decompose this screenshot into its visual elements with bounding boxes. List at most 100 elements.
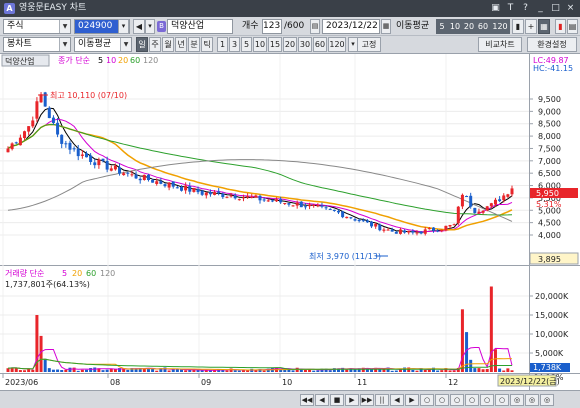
candle-body (10, 143, 14, 150)
candle-body (469, 195, 473, 207)
volume-title[interactable]: 거래량 단순 (5, 268, 44, 278)
nav-button-14[interactable]: ◎ (510, 394, 524, 406)
minimize-button[interactable]: _ (535, 2, 546, 14)
chart-tool-icon[interactable]: ▮ (512, 19, 524, 34)
volume-bar (291, 370, 295, 372)
nav-button-6[interactable]: ◀ (390, 394, 404, 406)
nav-button-11[interactable]: ○ (465, 394, 479, 406)
close-button[interactable]: × (565, 2, 576, 14)
nav-button-2[interactable]: ■ (330, 394, 344, 406)
prev-stock-icon[interactable]: ◀ (133, 19, 145, 34)
candle-body (35, 101, 39, 119)
maximize-button[interactable]: □ (550, 2, 561, 14)
period-tick-tab[interactable]: 틱 (201, 37, 213, 52)
candle-body (485, 206, 489, 211)
price-tick-label: 7,500 (538, 144, 561, 153)
minute-60-button[interactable]: 60 (313, 37, 327, 52)
nav-button-0[interactable]: ◀◀ (300, 394, 314, 406)
volume-tick-label: 5,000K (535, 349, 564, 358)
grid-icon[interactable]: ▦ (538, 19, 550, 34)
chart-type-select[interactable]: 봉차트 ▼ (3, 37, 71, 52)
chart-canvas[interactable]: 덕양산업 종가 단순 5 10 20 60 120 LC:49.87 HC:-4… (0, 54, 580, 390)
minute-3-button[interactable]: 3 (229, 37, 240, 52)
x-tick-label: 08 (110, 378, 120, 387)
compare-chart-button[interactable]: 비교차트 (478, 37, 522, 52)
ma-legend-60[interactable]: 60 (130, 56, 140, 65)
candle-body (208, 192, 212, 195)
price-pane[interactable] (0, 54, 580, 264)
ma-legend-5[interactable]: 5 (98, 56, 103, 65)
stock-name-field[interactable]: 덕양산업 (167, 19, 233, 34)
ma-legend-title[interactable]: 종가 단순 (58, 55, 90, 65)
ma-period-10[interactable]: 10 (448, 19, 462, 34)
period-day-tab[interactable]: 일 (136, 37, 148, 52)
nav-button-15[interactable]: ◎ (525, 394, 539, 406)
code-search-icon[interactable]: ▾ (118, 19, 129, 34)
period-year-tab[interactable]: 년 (175, 37, 187, 52)
nav-button-3[interactable]: ▶ (345, 394, 359, 406)
bar-chart-icon[interactable]: ▮ (555, 19, 566, 34)
period-month-tab[interactable]: 월 (162, 37, 174, 52)
ma-legend-120[interactable]: 120 (143, 56, 158, 65)
minute-10-button[interactable]: 10 (253, 37, 267, 52)
ma-period-5[interactable]: 5 (436, 19, 448, 34)
nav-button-1[interactable]: ◀ (315, 394, 329, 406)
ma-period-120[interactable]: 120 (490, 19, 510, 34)
fix-button[interactable]: 고정 (357, 37, 381, 52)
count-menu-icon[interactable]: ▤ (310, 19, 320, 34)
minute-120-button[interactable]: 120 (328, 37, 346, 52)
help-icon[interactable]: ? (520, 2, 531, 14)
vol-ma-legend-20[interactable]: 20 (72, 269, 82, 278)
candle-body (213, 192, 217, 195)
minute-20-button[interactable]: 20 (283, 37, 297, 52)
font-size-icon[interactable]: T (505, 2, 516, 14)
add-icon[interactable]: + (525, 19, 537, 34)
stock-menu-icon[interactable]: ▾ (145, 19, 155, 34)
volume-bar (23, 370, 27, 372)
candle-body (118, 167, 122, 174)
vol-ma-legend-60[interactable]: 60 (86, 269, 96, 278)
market-select[interactable]: 주식 ▼ (3, 19, 71, 34)
chevron-down-icon[interactable]: ▼ (59, 38, 70, 51)
indicator-select[interactable]: 이동평균 ▼ (74, 37, 132, 52)
settings-button[interactable]: 환경설정 (527, 37, 577, 52)
minute-5-button[interactable]: 5 (241, 37, 252, 52)
minute-15-button[interactable]: 15 (268, 37, 282, 52)
count-input[interactable]: 123 (262, 19, 282, 34)
chevron-down-icon[interactable]: ▼ (120, 38, 131, 51)
candle-body (60, 134, 64, 144)
nav-button-10[interactable]: ○ (450, 394, 464, 406)
chevron-down-icon[interactable]: ▼ (59, 20, 70, 33)
current-price: 5,950 (536, 189, 559, 198)
chart-area[interactable]: 덕양산업 종가 단순 5 10 20 60 120 LC:49.87 HC:-4… (0, 54, 580, 390)
period-minute-tab[interactable]: 분 (188, 37, 200, 52)
nav-button-7[interactable]: ▶ (405, 394, 419, 406)
ma-legend-10[interactable]: 10 (106, 56, 116, 65)
minute-30-button[interactable]: 30 (298, 37, 312, 52)
nav-button-5[interactable]: || (375, 394, 389, 406)
candle-body (6, 148, 10, 153)
ma-period-60[interactable]: 60 (476, 19, 490, 34)
date-input[interactable]: 2023/12/22 (322, 19, 380, 34)
candle-body (138, 178, 142, 181)
calendar-icon[interactable]: ▦ (381, 19, 391, 34)
candle-body (283, 202, 287, 204)
window-list-icon[interactable]: ▤ (567, 19, 578, 34)
period-week-tab[interactable]: 주 (149, 37, 161, 52)
vol-ma-legend-120[interactable]: 120 (100, 269, 115, 278)
nav-button-12[interactable]: ○ (480, 394, 494, 406)
nav-button-16[interactable]: ◎ (540, 394, 554, 406)
nav-button-4[interactable]: ▶▶ (360, 394, 374, 406)
ma-legend-20[interactable]: 20 (118, 56, 128, 65)
nav-button-9[interactable]: ○ (435, 394, 449, 406)
volume-bar (47, 368, 51, 372)
candle-body (382, 229, 386, 231)
volume-bar (56, 369, 60, 372)
ma-period-20[interactable]: 20 (462, 19, 476, 34)
x-tick-label: 11 (357, 378, 367, 387)
vol-ma-legend-5[interactable]: 5 (62, 269, 67, 278)
nav-button-13[interactable]: ○ (495, 394, 509, 406)
minute-1-button[interactable]: 1 (217, 37, 228, 52)
link-icon[interactable]: ▣ (490, 2, 501, 14)
nav-button-8[interactable]: ○ (420, 394, 434, 406)
